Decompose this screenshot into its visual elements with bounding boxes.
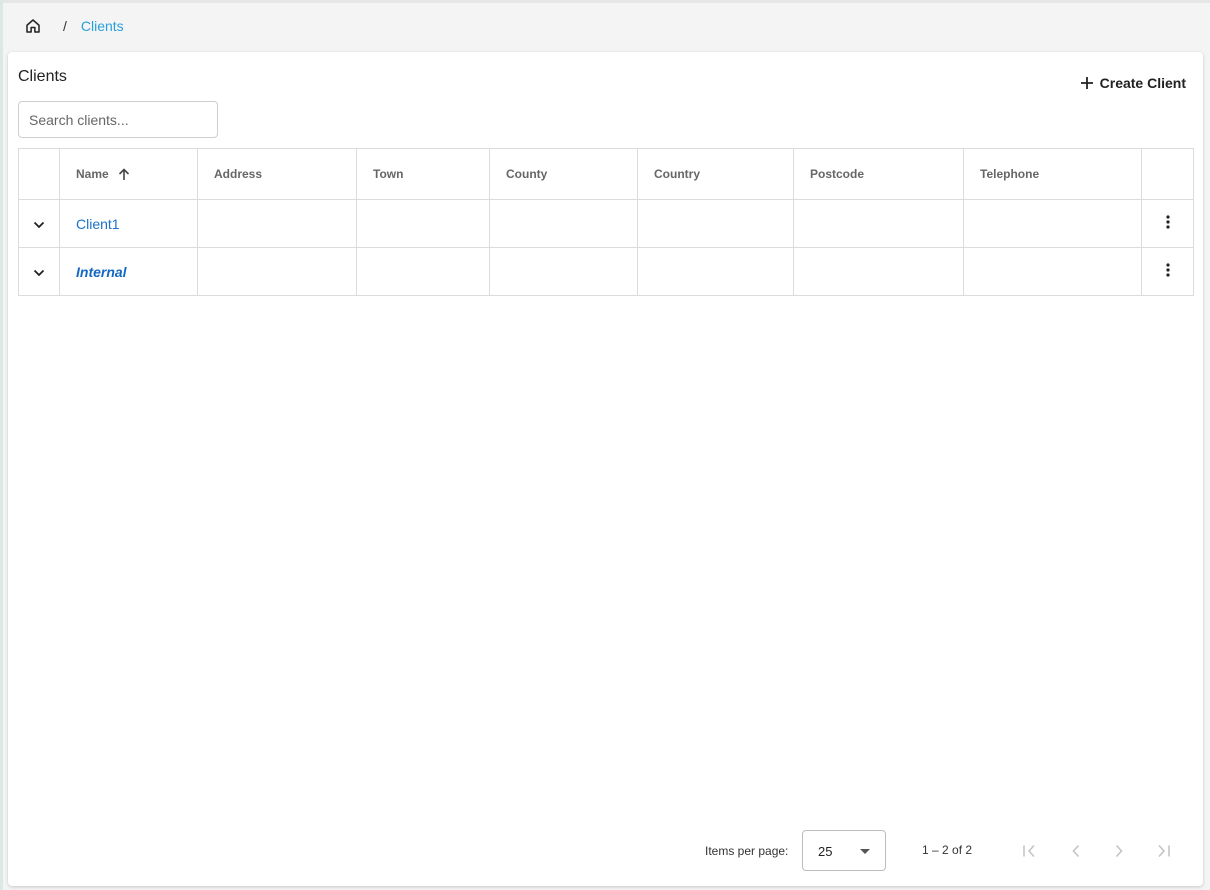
more-vertical-icon[interactable] [1165,263,1170,277]
window-left-edge [0,0,3,890]
expand-cell [18,199,60,248]
header-county[interactable]: County [489,148,638,200]
items-per-page-select[interactable]: 25 [802,830,886,871]
table-header-row: Name Address Town County Country Postcod… [18,148,1194,200]
chevron-down-icon[interactable] [33,269,45,277]
clients-table: Name Address Town County Country Postcod… [18,148,1194,296]
page-range-label: 1 – 2 of 2 [922,843,973,857]
paginator: Items per page: 25 1 – 2 of 2 [8,830,1203,871]
last-page-icon[interactable] [1152,840,1174,862]
client-name-link[interactable]: Client1 [76,216,120,232]
next-page-icon[interactable] [1108,840,1130,862]
cell-name: Internal [59,247,198,296]
client-name-link[interactable]: Internal [76,264,127,280]
header-actions [1141,148,1194,200]
cell-telephone [963,199,1142,248]
actions-cell [1141,199,1194,248]
expand-cell [18,247,60,296]
header-name[interactable]: Name [59,148,198,200]
create-client-label: Create Client [1099,75,1186,91]
clients-card: Clients Create Client Name Address Town … [8,52,1203,886]
cell-telephone [963,247,1142,296]
cell-county [489,199,638,248]
sort-ascending-icon [118,168,130,181]
search-input[interactable] [18,101,218,138]
cell-country [637,247,794,296]
cell-town [356,247,490,296]
header-postcode[interactable]: Postcode [793,148,964,200]
actions-cell [1141,247,1194,296]
header-town[interactable]: Town [356,148,490,200]
window-top-edge [0,0,1210,3]
cell-name: Client1 [59,199,198,248]
create-client-button[interactable]: Create Client [1080,72,1186,94]
table-row: Internal [18,247,1194,296]
cell-town [356,199,490,248]
header-expand [18,148,60,200]
breadcrumb-separator: / [63,18,67,34]
cell-address [197,199,357,248]
dropdown-caret-icon [860,849,870,854]
table-row: Client1 [18,199,1194,248]
previous-page-icon[interactable] [1065,840,1087,862]
page-title: Clients [18,68,67,85]
more-vertical-icon[interactable] [1165,215,1170,229]
breadcrumb-current-clients[interactable]: Clients [81,18,124,34]
cell-postcode [793,247,964,296]
breadcrumb: / Clients [22,14,124,38]
items-per-page-label: Items per page: [705,844,789,858]
cell-county [489,247,638,296]
cell-country [637,199,794,248]
home-icon[interactable] [22,15,44,37]
first-page-icon[interactable] [1019,840,1041,862]
cell-address [197,247,357,296]
plus-icon [1080,77,1093,89]
header-telephone[interactable]: Telephone [963,148,1142,200]
header-country[interactable]: Country [637,148,794,200]
items-per-page-value: 25 [818,844,833,859]
header-name-label: Name [76,166,109,181]
cell-postcode [793,199,964,248]
chevron-down-icon[interactable] [33,221,45,229]
header-address[interactable]: Address [197,148,357,200]
